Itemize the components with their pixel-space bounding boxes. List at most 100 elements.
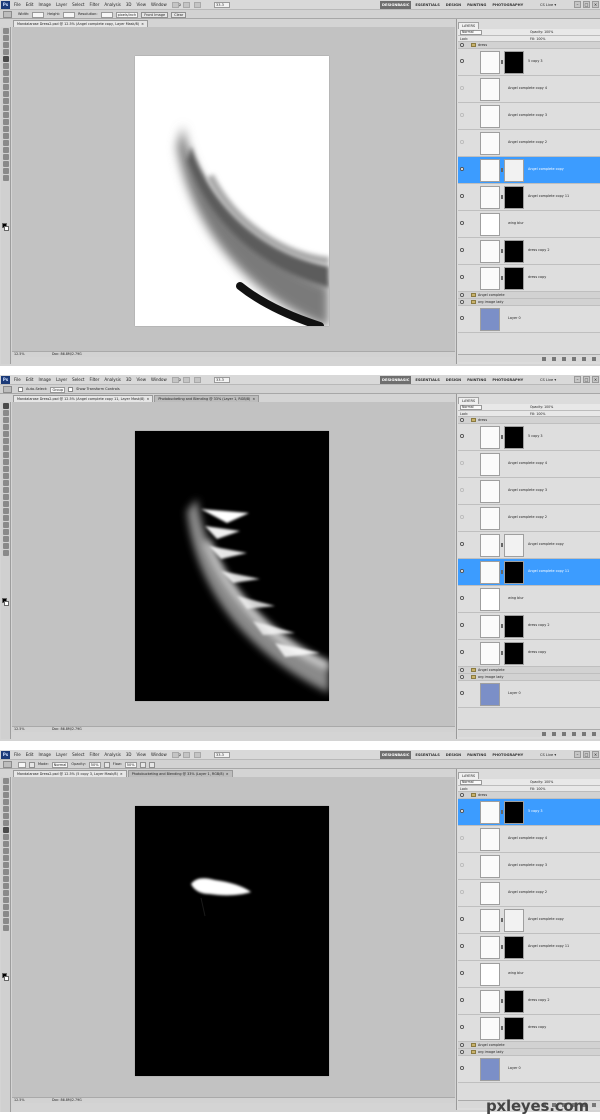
view-extras-icon[interactable]	[194, 377, 201, 383]
adjustment-layer-icon[interactable]	[572, 357, 576, 361]
cs-live-button[interactable]: CS Live ▾	[540, 2, 556, 8]
eye-icon[interactable]	[460, 650, 464, 654]
maximize-button[interactable]: □	[583, 751, 590, 758]
eye-icon[interactable]	[460, 194, 464, 198]
layer-row[interactable]: Angel complete copy 3	[458, 103, 600, 130]
zoom-percent[interactable]: 12.5%	[14, 1098, 24, 1103]
menu-filter[interactable]: Filter	[89, 377, 99, 383]
type-tool-icon[interactable]	[2, 508, 9, 514]
menu-layer[interactable]: Layer	[56, 377, 67, 383]
history-brush-tool-icon[interactable]	[2, 466, 9, 472]
workspace-designbasic[interactable]: DESIGNBASIC	[380, 376, 412, 384]
tab-layers[interactable]: LAYERS	[458, 397, 480, 404]
dodge-tool-icon[interactable]	[2, 869, 9, 875]
layer-mask-thumbnail[interactable]	[504, 561, 524, 584]
close-tab-icon[interactable]: ×	[226, 772, 229, 776]
minimize-button[interactable]: –	[574, 751, 581, 758]
close-button[interactable]: ×	[592, 376, 599, 383]
layer-row[interactable]: dress copy 2	[458, 613, 600, 640]
new-layer-icon[interactable]	[582, 732, 586, 736]
minimize-button[interactable]: –	[574, 376, 581, 383]
clone-stamp-tool-icon[interactable]	[2, 459, 9, 465]
path-selection-tool-icon[interactable]	[2, 890, 9, 896]
clone-stamp-tool-icon[interactable]	[2, 834, 9, 840]
eraser-tool-icon[interactable]	[2, 98, 9, 104]
background-color-swatch[interactable]	[4, 601, 9, 606]
layer-row[interactable]: Layer 0	[458, 1056, 600, 1083]
gradient-tool-icon[interactable]	[2, 855, 9, 861]
tab-layers[interactable]: LAYERS	[458, 22, 480, 29]
layer-mask-thumbnail[interactable]	[504, 534, 524, 557]
eye-icon[interactable]	[460, 890, 464, 894]
close-button[interactable]: ×	[592, 751, 599, 758]
tablet-pressure-size-icon[interactable]	[148, 761, 155, 768]
cs-live-button[interactable]: CS Live ▾	[540, 752, 556, 758]
eye-icon[interactable]	[460, 944, 464, 948]
dodge-tool-icon[interactable]	[2, 119, 9, 125]
layer-row[interactable]: Angel complete copy 4	[458, 451, 600, 478]
menu-select[interactable]: Select	[72, 377, 84, 383]
layer-row[interactable]: 5 copy 3	[458, 49, 600, 76]
quick-select-tool-icon[interactable]	[2, 49, 9, 55]
move-tool-preset-icon[interactable]	[3, 386, 12, 393]
fx-icon[interactable]	[552, 357, 556, 361]
eye-icon[interactable]	[460, 248, 464, 252]
menu-window[interactable]: Window	[151, 752, 167, 758]
workspace-design[interactable]: DESIGN	[444, 751, 463, 759]
crop-tool-icon[interactable]	[2, 806, 9, 812]
maximize-button[interactable]: □	[583, 1, 590, 8]
3d-rotate-tool-icon[interactable]	[2, 904, 9, 910]
zoom-percent[interactable]: 12.5%	[14, 727, 24, 732]
menu-select[interactable]: Select	[72, 2, 84, 8]
auto-select-dropdown[interactable]: Group	[50, 386, 66, 393]
auto-select-checkbox[interactable]	[18, 387, 23, 392]
eye-icon[interactable]	[460, 461, 464, 465]
move-tool-icon[interactable]	[2, 28, 9, 34]
layer-row[interactable]: dress copy 2	[458, 238, 600, 265]
hand-tool-icon[interactable]	[2, 543, 9, 549]
menu-window[interactable]: Window	[151, 377, 167, 383]
lasso-tool-icon[interactable]	[2, 417, 9, 423]
move-tool-icon[interactable]	[2, 778, 9, 784]
view-extras-icon[interactable]	[194, 752, 201, 758]
layer-row[interactable]: Angel complete copy 4	[458, 76, 600, 103]
layer-opacity[interactable]: Opacity: 100%	[530, 30, 553, 35]
eye-icon[interactable]	[460, 316, 464, 320]
link-layers-icon[interactable]	[542, 357, 546, 361]
layer-opacity[interactable]: Opacity: 100%	[530, 780, 553, 785]
eye-icon[interactable]	[460, 1050, 464, 1054]
layer-opacity[interactable]: Opacity: 100%	[530, 405, 553, 410]
eyedropper-tool-icon[interactable]	[2, 438, 9, 444]
menu-image[interactable]: Image	[38, 2, 51, 8]
marquee-tool-icon[interactable]	[2, 410, 9, 416]
blend-mode-select[interactable]: Normal	[460, 405, 482, 410]
document-tab[interactable]: Photobucketing and Blending @ 33% (Layer…	[127, 770, 233, 777]
zoom-level-field[interactable]: 33.3	[214, 2, 230, 8]
zoom-level-field[interactable]: 33.3	[214, 752, 230, 758]
brush-tool-icon[interactable]	[2, 452, 9, 458]
3d-rotate-tool-icon[interactable]	[2, 154, 9, 160]
blur-tool-icon[interactable]	[2, 487, 9, 493]
eye-icon[interactable]	[460, 113, 464, 117]
show-transform-checkbox[interactable]	[68, 387, 74, 392]
menu-image[interactable]: Image	[38, 377, 51, 383]
opacity-field[interactable]: 50%	[88, 761, 101, 768]
eye-icon[interactable]	[460, 1025, 464, 1029]
layer-row[interactable]: Angel complete copy 2	[458, 880, 600, 907]
eye-icon[interactable]	[460, 668, 464, 672]
path-selection-tool-icon[interactable]	[2, 140, 9, 146]
blend-mode-select[interactable]: Normal	[460, 30, 482, 35]
resolution-unit-select[interactable]: pixels/inch	[115, 11, 139, 18]
layer-row[interactable]: Layer 0	[458, 681, 600, 708]
workspace-essentials[interactable]: ESSENTIALS	[413, 751, 441, 759]
layer-row[interactable]: Angel complete copy	[458, 907, 600, 934]
menu-view[interactable]: View	[137, 752, 147, 758]
mini-bridge-icon[interactable]	[183, 752, 190, 758]
lasso-tool-icon[interactable]	[2, 792, 9, 798]
menu-analysis[interactable]: Analysis	[104, 377, 120, 383]
menu-analysis[interactable]: Analysis	[104, 752, 120, 758]
crop-tool-icon[interactable]	[2, 56, 9, 62]
layer-group-row[interactable]: Angel complete	[458, 667, 600, 674]
workspace-painting[interactable]: PAINTING	[465, 376, 488, 384]
height-field[interactable]	[63, 11, 76, 18]
